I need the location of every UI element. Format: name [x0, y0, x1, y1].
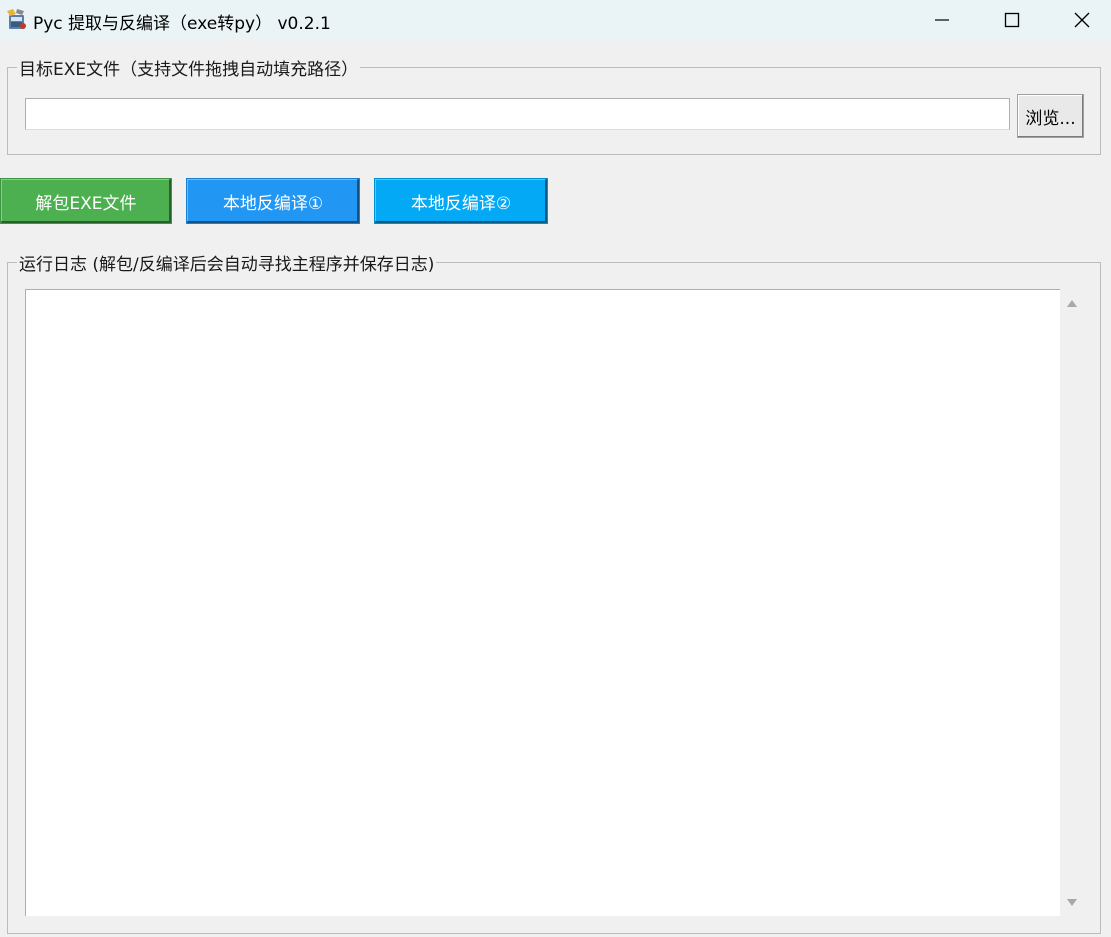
scroll-up-icon [1067, 300, 1077, 307]
scroll-down-icon [1067, 899, 1077, 906]
minimize-button[interactable] [907, 0, 977, 40]
app-icon [4, 7, 28, 31]
target-exe-legend: 目标EXE文件（支持文件拖拽自动填充路径） [19, 60, 359, 80]
maximize-button[interactable] [977, 0, 1047, 40]
window-title: Pyc 提取与反编译（exe转py） v0.2.1 [33, 14, 331, 34]
minimize-icon [935, 19, 949, 21]
local-decompile-2-button[interactable]: 本地反编译② [374, 178, 548, 224]
log-scrollbar[interactable] [1060, 289, 1086, 916]
unpack-exe-button[interactable]: 解包EXE文件 [0, 178, 172, 224]
close-button[interactable] [1047, 0, 1111, 40]
local-decompile-1-button[interactable]: 本地反编译① [186, 178, 360, 224]
scroll-down-button[interactable] [1064, 895, 1080, 911]
log-legend: 运行日志 (解包/反编译后会自动寻找主程序并保存日志) [19, 255, 435, 275]
maximize-icon [1004, 12, 1020, 28]
title-bar: Pyc 提取与反编译（exe转py） v0.2.1 [0, 0, 1111, 40]
browse-button[interactable]: 浏览... [1017, 94, 1084, 138]
log-textarea[interactable] [25, 289, 1060, 916]
exe-path-input[interactable] [25, 98, 1010, 130]
scroll-up-button[interactable] [1064, 295, 1080, 311]
close-icon [1074, 12, 1090, 28]
